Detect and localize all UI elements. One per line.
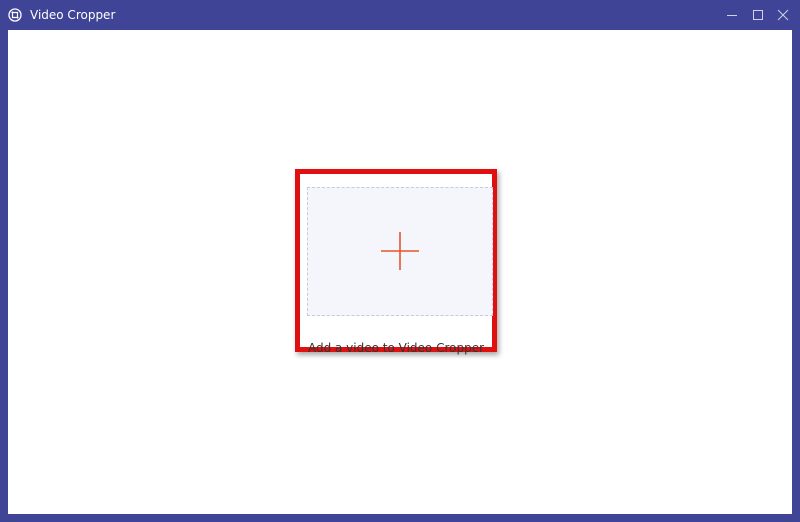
add-video-label: Add a video to Video Cropper	[307, 341, 485, 355]
title-bar[interactable]: Video Cropper	[0, 0, 800, 30]
close-icon	[777, 9, 789, 21]
add-video-drop-zone[interactable]	[307, 187, 493, 316]
maximize-icon	[753, 10, 763, 20]
window-title: Video Cropper	[30, 8, 116, 22]
plus-icon	[381, 232, 419, 270]
minimize-button[interactable]	[723, 6, 741, 24]
crop-icon	[8, 8, 22, 22]
main-content: Add a video to Video Cropper	[8, 30, 792, 514]
app-window: Video Cropper Add a video to Video Cropp…	[0, 0, 800, 522]
minimize-icon	[727, 15, 737, 16]
close-button[interactable]	[774, 6, 792, 24]
maximize-button[interactable]	[749, 6, 767, 24]
